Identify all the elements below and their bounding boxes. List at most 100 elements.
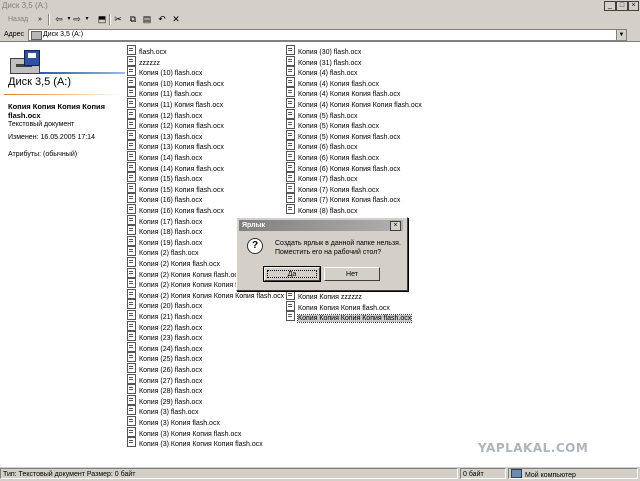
title-bar: Диск 3,5 (A:) _ □ × [0,0,640,12]
text-file-icon [286,204,295,214]
file-item[interactable]: Копия (26) flash.ocx [127,363,202,374]
file-item[interactable]: Копия (2) Копия flash.ocx [127,257,220,268]
file-item[interactable]: Копия (10) flash.ocx [127,66,202,77]
file-item[interactable]: Копия (11) Копия flash.ocx [127,98,223,109]
file-item[interactable]: Копия (5) Копия flash.ocx [286,119,379,130]
file-item[interactable]: Копия (4) Копия flash.ocx [286,76,379,88]
maximize-icon[interactable]: □ [616,1,628,11]
file-item[interactable]: Копия (27) flash.ocx [127,373,202,385]
file-item[interactable]: Копия (20) flash.ocx [127,299,202,310]
file-name: Копия (3) Копия Копия Копия flash.ocx [139,441,263,449]
text-file-icon [127,76,136,87]
file-item[interactable]: Копия (24) flash.ocx [127,341,202,353]
file-item[interactable]: Копия (31) flash.ocx [286,55,361,67]
text-file-icon [127,108,136,119]
file-item[interactable]: zzzzzz [127,55,160,67]
selected-file-modified: Изменен: 16.05.2005 17:14 [8,134,95,141]
address-value: Диск 3,5 (A:) [43,31,84,38]
file-item[interactable]: Копия (17) flash.ocx [127,214,202,226]
file-item[interactable]: Копия (8) flash.ocx [286,204,358,215]
copy-icon[interactable]: ⧉ [128,14,138,24]
file-item[interactable]: Копия (29) flash.ocx [127,394,202,406]
file-item[interactable]: Копия (28) flash.ocx [127,384,202,395]
cut-icon[interactable]: ✂ [113,14,123,24]
window-title: Диск 3,5 (A:) [2,1,48,10]
back-arrow-icon[interactable]: ⇦ [54,14,64,24]
file-item[interactable]: Копия (11) flash.ocx [127,87,202,98]
banner-line [40,72,125,74]
file-item[interactable]: Копия Копия zzzzzz [286,290,362,301]
file-item[interactable]: Копия (25) flash.ocx [127,352,202,363]
forward-dropdown-icon[interactable]: ▾ [82,14,92,24]
file-item[interactable]: Копия (7) Копия flash.ocx [286,182,379,194]
file-item[interactable]: Копия (21) flash.ocx [127,310,202,321]
delete-icon[interactable]: ✕ [171,14,181,24]
close-icon[interactable]: × [628,1,639,11]
file-item[interactable]: Копия (13) Копия flash.ocx [127,140,224,151]
file-name: Копия (8) flash.ocx [298,208,358,215]
address-input[interactable]: Диск 3,5 (A:) ▼ [28,29,627,41]
status-zone: Мой компьютер [508,468,638,479]
banner-divider [4,94,125,95]
dialog-close-button[interactable]: × [390,221,401,231]
details-pane: Диск 3,5 (A:) Копия Копия Копия Копия fl… [0,42,125,466]
text-file-icon [127,45,136,55]
text-file-icon [127,363,136,373]
text-file-icon [127,394,136,405]
file-item[interactable]: Копия (14) Копия flash.ocx [127,161,224,173]
status-info: Тип: Текстовый документ Размер: 0 байт [0,468,458,479]
text-file-icon [127,416,136,426]
file-item[interactable]: Копия (3) Копия Копия Копия flash.ocx [127,437,263,448]
file-item[interactable]: Копия (19) flash.ocx [127,235,202,247]
file-item[interactable]: Копия (12) flash.ocx [127,108,202,120]
file-item[interactable]: Копия (7) Копия Копия flash.ocx [286,193,400,204]
text-file-icon [286,66,295,77]
text-file-icon [127,278,136,289]
file-item[interactable]: Копия (15) flash.ocx [127,172,202,183]
file-item[interactable]: Копия (13) flash.ocx [127,129,202,141]
file-item[interactable]: Копия (6) flash.ocx [286,140,358,151]
file-item[interactable]: Копия (5) flash.ocx [286,108,358,120]
file-item[interactable]: Копия Копия Копия Копия flash.ocx [286,311,413,324]
file-item[interactable]: Копия (4) flash.ocx [286,66,358,77]
file-item[interactable]: Копия (7) flash.ocx [286,172,358,183]
file-item[interactable]: Копия (3) Копия Копия flash.ocx [127,426,241,438]
yes-button[interactable]: Да [263,266,321,282]
file-item[interactable]: Копия Копия Копия flash.ocx [286,300,390,312]
file-item[interactable]: Копия (6) Копия Копия flash.ocx [286,161,400,173]
toolbar-chevron[interactable]: » [38,14,42,25]
file-item[interactable]: Копия (4) Копия Копия flash.ocx [286,87,400,98]
file-item[interactable]: Копия (3) flash.ocx [127,405,199,416]
file-item[interactable]: Копия (6) Копия flash.ocx [286,151,379,162]
file-item[interactable]: Копия (10) Копия flash.ocx [127,76,224,88]
file-item[interactable]: Копия (16) flash.ocx [127,193,202,204]
up-folder-icon[interactable]: ⬒ [97,14,107,24]
paste-icon[interactable]: ▤ [142,14,152,24]
forward-arrow-icon[interactable]: ⇨ [72,14,82,24]
file-item[interactable]: Копия (2) Копия Копия flash.ocx [127,267,241,279]
file-item[interactable]: Копия (30) flash.ocx [286,45,361,56]
file-item[interactable]: Копия (5) Копия Копия flash.ocx [286,129,400,141]
file-item[interactable]: Копия (23) flash.ocx [127,331,202,342]
text-file-icon [127,341,136,352]
text-file-icon [127,437,136,448]
text-file-icon [286,140,295,151]
file-item[interactable]: Копия (22) flash.ocx [127,320,202,332]
address-dropdown-icon[interactable]: ▼ [616,30,626,40]
file-item[interactable]: Копия (16) Копия flash.ocx [127,204,224,215]
text-file-icon [286,129,295,140]
back-button[interactable]: Назад [8,14,28,25]
file-item[interactable]: Копия (12) Копия flash.ocx [127,119,224,130]
undo-icon[interactable]: ↶ [157,14,167,24]
file-item[interactable]: flash.ocx [127,45,167,56]
file-item[interactable]: Копия (2) flash.ocx [127,246,199,257]
minimize-icon[interactable]: _ [604,1,616,11]
file-item[interactable]: Копия (18) flash.ocx [127,225,202,236]
file-item[interactable]: Копия (14) flash.ocx [127,151,202,162]
file-item[interactable]: Копия (4) Копия Копия Копия flash.ocx [286,98,422,109]
no-button[interactable]: Нет [324,267,380,281]
status-bar: Тип: Текстовый документ Размер: 0 байт 0… [0,466,640,481]
file-item[interactable]: Копия (15) Копия flash.ocx [127,182,224,194]
file-item[interactable]: Копия (3) Копия flash.ocx [127,416,220,427]
text-file-icon [286,172,295,183]
